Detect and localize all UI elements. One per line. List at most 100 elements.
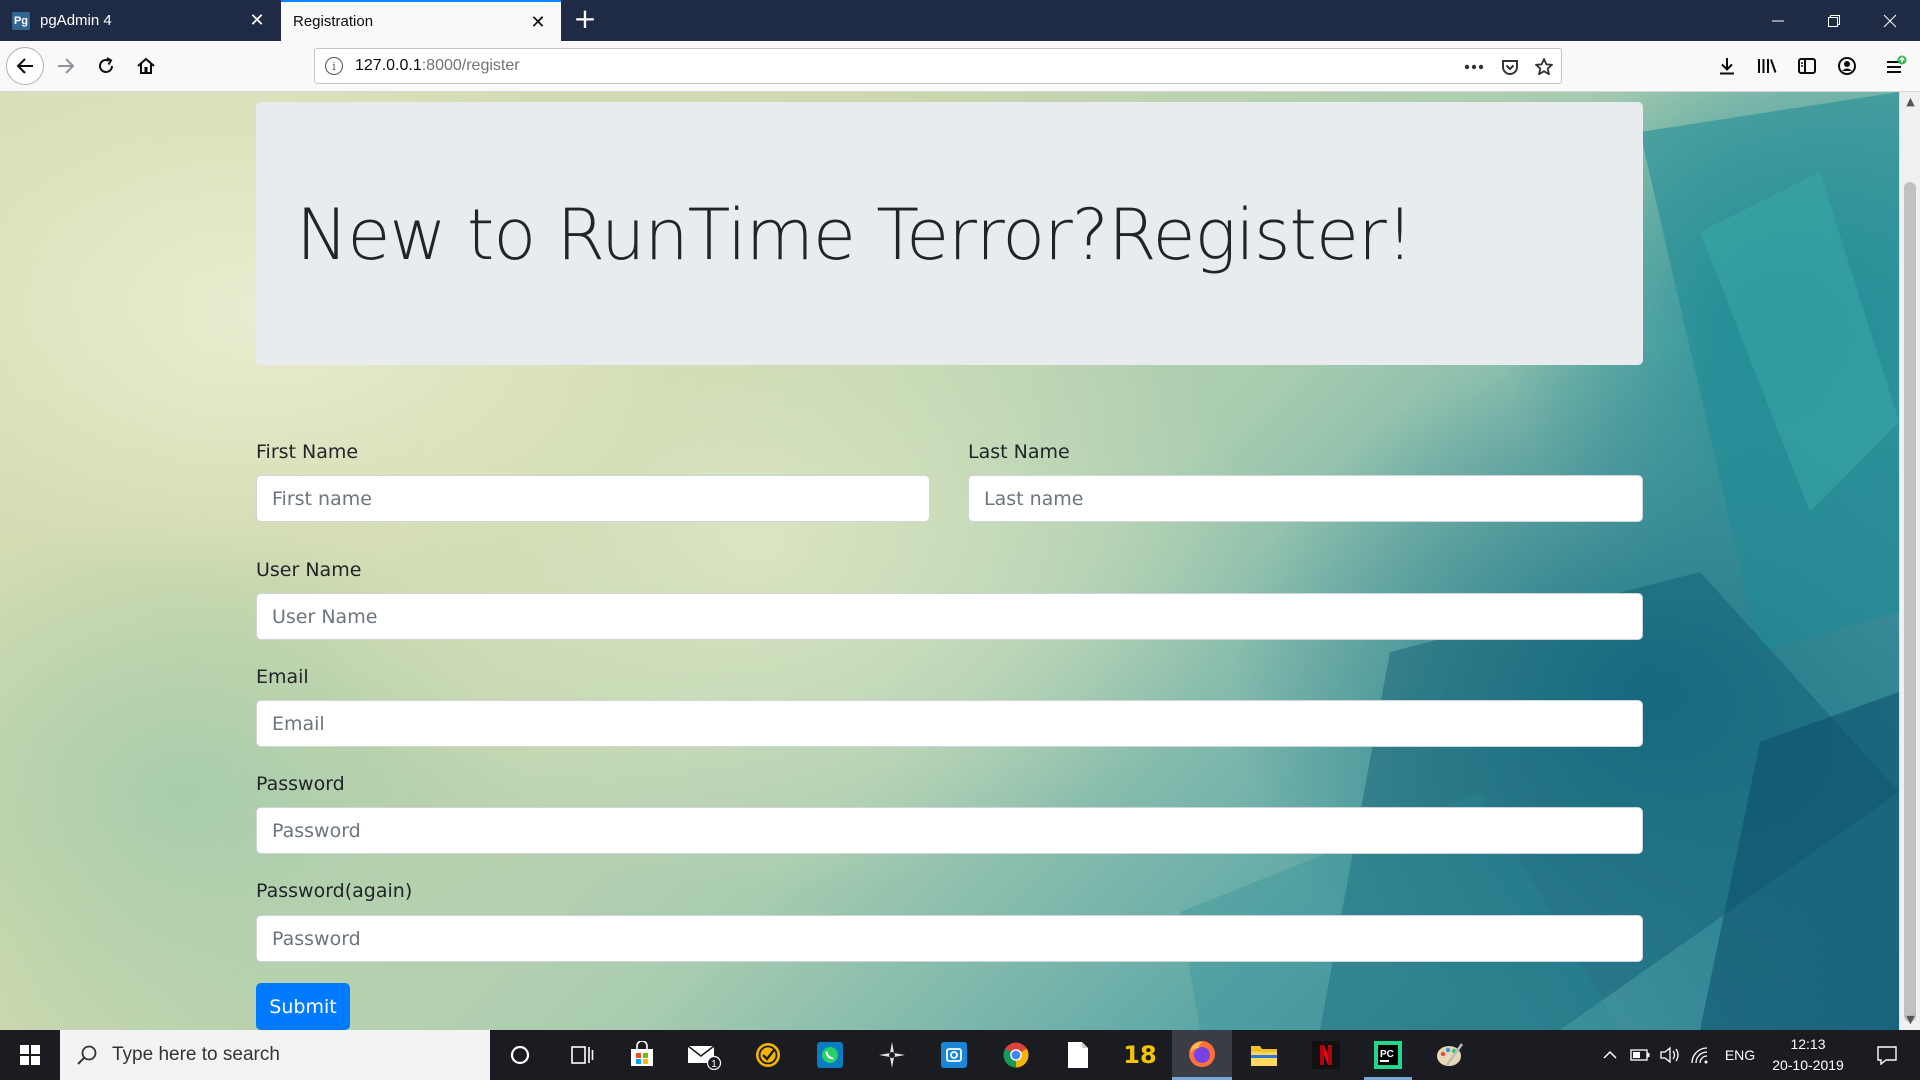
taskbar-clock[interactable]: 12:13 20-10-2019 <box>1768 1034 1848 1076</box>
battery-indicator[interactable] <box>1626 1030 1654 1080</box>
library-icon <box>1758 59 1777 73</box>
last-name-input[interactable] <box>968 475 1643 522</box>
camera-app[interactable] <box>924 1030 984 1080</box>
windows-taskbar: Type here to search 1 18 PC ENG 12:13 20… <box>0 1030 1920 1080</box>
hamburger-menu-icon <box>1887 55 1907 73</box>
firefox-app[interactable] <box>1172 1030 1232 1080</box>
home-icon <box>137 57 155 74</box>
cortana-button[interactable] <box>490 1030 550 1080</box>
page-header-jumbotron: New to RunTime Terror?Register! <box>256 102 1643 365</box>
restore-window-button[interactable] <box>1806 0 1862 41</box>
todo-app[interactable] <box>738 1030 798 1080</box>
paint-app[interactable] <box>1420 1030 1480 1080</box>
chevron-up-icon <box>1603 1050 1617 1059</box>
restore-icon <box>1828 14 1840 27</box>
page-actions-icon[interactable] <box>1463 56 1485 78</box>
download-icon <box>1720 58 1734 75</box>
calendar-18-app[interactable]: 18 <box>1110 1030 1170 1080</box>
bookmark-star-icon[interactable] <box>1533 56 1555 78</box>
new-tab-button[interactable]: + <box>570 5 600 35</box>
checkmark-badge-icon <box>756 1043 780 1067</box>
calendar-18-icon: 18 <box>1123 1041 1157 1069</box>
notification-icon <box>1877 1046 1897 1065</box>
email-input[interactable] <box>256 700 1643 747</box>
menu-button[interactable] <box>1879 49 1913 83</box>
last-name-label: Last Name <box>968 441 1070 463</box>
inkscape-app[interactable] <box>862 1030 922 1080</box>
home-button[interactable] <box>129 49 163 83</box>
username-input[interactable] <box>256 593 1643 640</box>
tab-label: Registration <box>293 13 374 30</box>
whatsapp-app[interactable] <box>800 1030 860 1080</box>
svg-text:PC: PC <box>1380 1049 1394 1060</box>
mail-app[interactable]: 1 <box>674 1030 734 1080</box>
url-path: :8000/register <box>421 57 520 74</box>
account-button[interactable] <box>1830 49 1864 83</box>
tab-registration[interactable]: Registration ✕ <box>281 0 561 41</box>
task-view-button[interactable] <box>552 1030 612 1080</box>
wifi-icon <box>1691 1047 1708 1064</box>
speaker-icon <box>1660 1046 1679 1064</box>
pgadmin-favicon-icon: Pg <box>12 11 30 30</box>
whatsapp-icon <box>817 1042 843 1068</box>
minimize-window-button[interactable] <box>1750 0 1806 41</box>
clock-time: 12:13 <box>1790 1036 1826 1052</box>
scroll-up-icon[interactable]: ▲ <box>1900 92 1920 112</box>
scroll-down-icon[interactable]: ▼ <box>1900 1010 1920 1030</box>
reload-icon <box>99 57 113 73</box>
username-label: User Name <box>256 559 362 581</box>
url-host: 127.0.0.1 <box>355 57 422 74</box>
scrollbar-thumb[interactable] <box>1904 182 1916 1022</box>
search-placeholder: Type here to search <box>112 1044 280 1065</box>
windows-logo-icon <box>20 1045 40 1065</box>
password-input[interactable] <box>256 807 1643 854</box>
minimize-icon <box>1772 20 1784 21</box>
clock-date: 20-10-2019 <box>1772 1057 1844 1073</box>
forward-button[interactable] <box>49 49 83 83</box>
compass-star-icon <box>879 1042 905 1068</box>
page-title: New to RunTime Terror?Register! <box>296 194 1414 276</box>
file-explorer-app[interactable] <box>1234 1030 1294 1080</box>
password-again-label: Password(again) <box>256 880 413 902</box>
reload-button[interactable] <box>89 49 123 83</box>
notepad-app[interactable] <box>1048 1030 1108 1080</box>
netflix-app[interactable] <box>1296 1030 1356 1080</box>
sidebar-button[interactable] <box>1790 49 1824 83</box>
input-language-indicator[interactable]: ENG <box>1718 1030 1762 1080</box>
tab-pgadmin[interactable]: Pg pgAdmin 4 ✕ <box>0 0 280 41</box>
close-icon <box>1883 14 1897 27</box>
netflix-icon <box>1312 1041 1340 1069</box>
first-name-input[interactable] <box>256 475 930 522</box>
submit-button[interactable]: Submit <box>256 983 350 1030</box>
start-button[interactable] <box>0 1030 60 1080</box>
close-tab-icon[interactable]: ✕ <box>529 13 547 31</box>
camera-icon <box>941 1042 967 1068</box>
network-indicator[interactable] <box>1686 1030 1714 1080</box>
page-viewport: New to RunTime Terror?Register! First Na… <box>0 92 1899 1030</box>
password-again-input[interactable] <box>256 915 1643 962</box>
address-bar[interactable]: i 127.0.0.1:8000/register <box>314 48 1562 84</box>
microsoft-store-app[interactable] <box>612 1030 672 1080</box>
taskbar-search-box[interactable]: Type here to search <box>60 1030 490 1080</box>
battery-icon <box>1630 1049 1650 1061</box>
action-center-button[interactable] <box>1862 1030 1912 1080</box>
page-scrollbar[interactable]: ▲ ▼ <box>1899 92 1920 1030</box>
back-button[interactable] <box>6 47 44 85</box>
email-label: Email <box>256 666 309 688</box>
browser-tab-strip: Pg pgAdmin 4 ✕ Registration ✕ + <box>0 0 1920 41</box>
downloads-button[interactable] <box>1710 49 1744 83</box>
volume-indicator[interactable] <box>1656 1030 1684 1080</box>
search-icon <box>77 1045 97 1065</box>
cortana-circle-icon <box>510 1045 530 1065</box>
tab-label: pgAdmin 4 <box>40 12 112 29</box>
pocket-icon[interactable] <box>1499 56 1521 78</box>
pycharm-app[interactable]: PC <box>1358 1030 1418 1080</box>
close-window-button[interactable] <box>1862 0 1918 41</box>
sidebar-icon <box>1798 58 1816 74</box>
chrome-app[interactable] <box>986 1030 1046 1080</box>
firefox-icon <box>1189 1040 1215 1067</box>
site-info-icon[interactable]: i <box>325 57 343 75</box>
show-hidden-icons-button[interactable] <box>1596 1030 1624 1080</box>
library-button[interactable] <box>1750 49 1784 83</box>
close-tab-icon[interactable]: ✕ <box>248 11 266 29</box>
